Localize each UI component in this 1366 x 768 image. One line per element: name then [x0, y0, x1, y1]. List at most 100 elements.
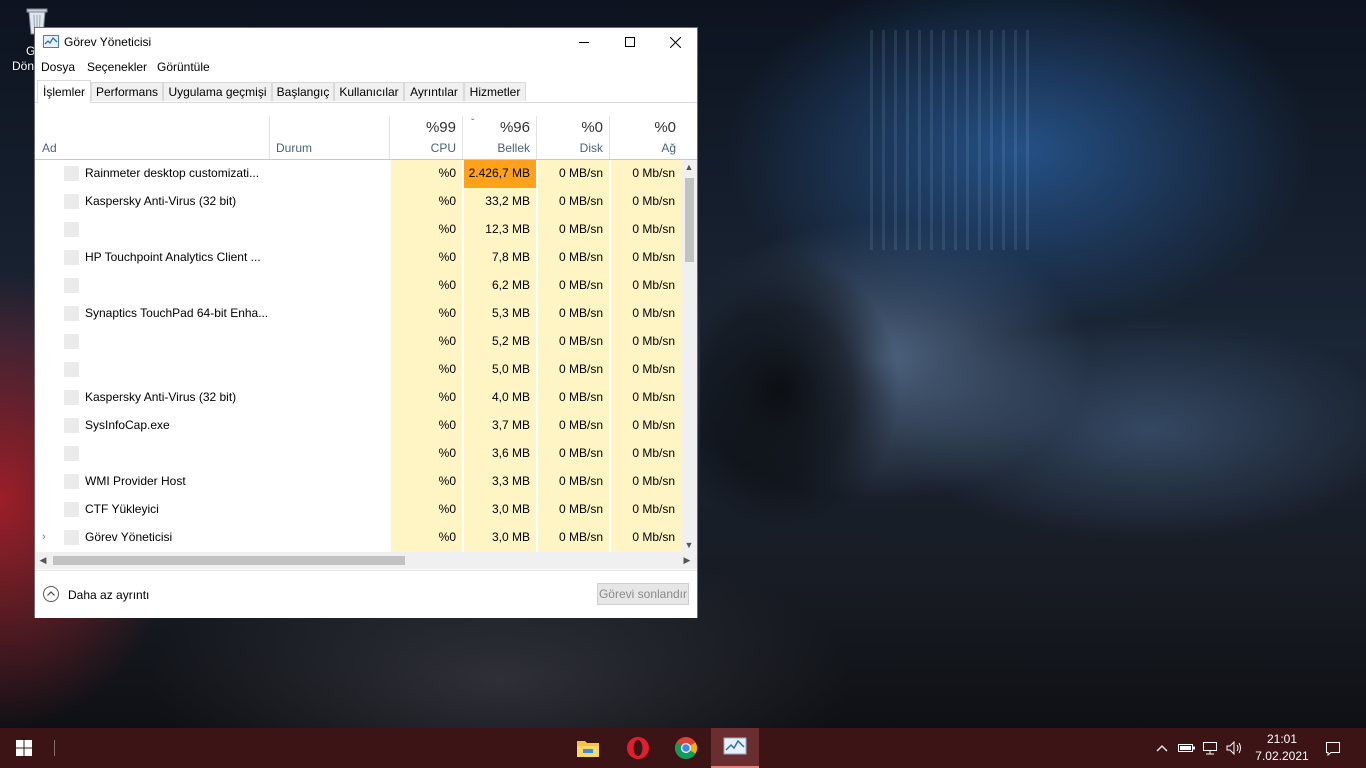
process-row[interactable]: Kaspersky Anti-Virus (32 bit) %0 4,0 MB 0 M…: [35, 384, 681, 412]
horizontal-scrollbar[interactable]: ◀ ▶: [35, 552, 697, 569]
memory-cell: 3,3 MB: [463, 468, 536, 496]
end-task-button[interactable]: Görevi sonlandır: [597, 583, 689, 605]
network-cell: 0 Mb/sn: [610, 216, 681, 244]
process-icon: [64, 474, 79, 489]
tab-startup[interactable]: Başlangıç: [272, 82, 334, 101]
maximize-button[interactable]: [607, 28, 653, 56]
close-button[interactable]: [652, 28, 698, 56]
process-name: [85, 216, 385, 244]
process-row[interactable]: %0 12,3 MB 0 MB/sn 0 Mb/sn: [35, 216, 681, 244]
disk-cell: 0 MB/sn: [537, 524, 609, 552]
column-header-status[interactable]: Durum: [270, 116, 389, 159]
process-row[interactable]: › Görev Yöneticisi %0 3,0 MB 0 MB/sn 0 Mb/sn: [35, 524, 681, 552]
tab-processes[interactable]: İşlemler: [37, 80, 91, 103]
process-row[interactable]: %0 3,6 MB 0 MB/sn 0 Mb/sn: [35, 440, 681, 468]
network-cell: 0 Mb/sn: [610, 496, 681, 524]
column-header-disk[interactable]: %0 Disk: [537, 116, 609, 159]
process-name: HP Touchpoint Analytics Client ...: [85, 250, 261, 264]
tab-users[interactable]: Kullanıcılar: [334, 82, 404, 101]
menu-file[interactable]: Dosya: [41, 60, 75, 74]
start-button[interactable]: [0, 728, 48, 768]
process-row[interactable]: Synaptics TouchPad 64-bit Enha... %0 5,3 M…: [35, 300, 681, 328]
process-name: Kaspersky Anti-Virus (32 bit): [85, 194, 237, 208]
memory-cell: 6,2 MB: [463, 272, 536, 300]
vertical-scrollbar[interactable]: ▲ ▼: [681, 160, 697, 552]
chevron-up-icon: [1156, 745, 1168, 752]
taskbar-file-explorer[interactable]: [564, 728, 612, 768]
process-row[interactable]: %0 5,0 MB 0 MB/sn 0 Mb/sn: [35, 356, 681, 384]
memory-cell: 5,2 MB: [463, 328, 536, 356]
cpu-cell: %0: [390, 356, 462, 384]
cpu-cell: %0: [390, 524, 462, 552]
process-row[interactable]: %0 5,2 MB 0 MB/sn 0 Mb/sn: [35, 328, 681, 356]
task-manager-window: Görev Yöneticisi Dosya Seçenekler Görünt…: [34, 27, 698, 618]
memory-total-percent: %96: [499, 119, 530, 136]
minimize-icon: [579, 42, 589, 43]
chevron-right-icon[interactable]: ›: [42, 524, 46, 551]
task-manager-app-icon: [43, 35, 59, 48]
process-row[interactable]: %0 6,2 MB 0 MB/sn 0 Mb/sn: [35, 272, 681, 300]
disk-cell: 0 MB/sn: [537, 468, 609, 496]
chevron-up-circle-icon: [43, 586, 59, 602]
task-manager-icon: [723, 737, 747, 755]
disk-cell: 0 MB/sn: [537, 272, 609, 300]
process-row[interactable]: Kaspersky Anti-Virus (32 bit) %0 33,2 MB 0 …: [35, 188, 681, 216]
menu-view[interactable]: Görüntüle: [157, 60, 210, 74]
memory-label: Bellek: [497, 141, 530, 155]
disk-cell: 0 MB/sn: [537, 160, 609, 188]
scroll-left-arrow-icon[interactable]: ◀: [37, 555, 49, 566]
process-row[interactable]: SysInfoCap.exe %0 3,7 MB 0 MB/sn 0 Mb/sn: [35, 412, 681, 440]
taskbar-clock[interactable]: 21:01 7.02.2021: [1252, 731, 1312, 765]
cpu-cell: %0: [390, 328, 462, 356]
process-name: Görev Yöneticisi: [85, 530, 173, 544]
cpu-cell: %0: [390, 160, 462, 188]
column-header-network[interactable]: %0 Ağ: [610, 116, 682, 159]
tab-performance[interactable]: Performans: [91, 82, 163, 101]
disk-cell: 0 MB/sn: [537, 300, 609, 328]
process-row[interactable]: Rainmeter desktop customizati... %0 2.426,…: [35, 160, 681, 188]
vertical-scroll-thumb[interactable]: [685, 178, 694, 262]
opera-icon: [627, 737, 649, 759]
taskbar-opera[interactable]: [614, 728, 662, 768]
cpu-total-percent: %99: [425, 119, 456, 136]
scroll-right-arrow-icon[interactable]: ▶: [681, 555, 693, 566]
network-total-percent: %0: [654, 119, 676, 136]
cpu-cell: %0: [390, 216, 462, 244]
network-tray[interactable]: [1200, 728, 1222, 768]
scroll-down-arrow-icon[interactable]: ▼: [681, 540, 697, 550]
taskbar-task-manager[interactable]: [711, 728, 759, 768]
disk-cell: 0 MB/sn: [537, 188, 609, 216]
tab-app-history[interactable]: Uygulama geçmişi: [163, 82, 272, 101]
network-icon: [1203, 742, 1217, 755]
horizontal-scroll-thumb[interactable]: [53, 556, 405, 565]
title-bar[interactable]: Görev Yöneticisi: [35, 28, 697, 56]
column-header-cpu[interactable]: %99 CPU: [390, 116, 462, 159]
process-row[interactable]: WMI Provider Host %0 3,3 MB 0 MB/sn 0 Mb/sn: [35, 468, 681, 496]
show-hidden-icons-button[interactable]: [1152, 728, 1172, 768]
tab-services[interactable]: Hizmetler: [464, 82, 526, 101]
disk-label: Disk: [579, 141, 603, 155]
taskbar-chrome[interactable]: [662, 728, 710, 768]
disk-cell: 0 MB/sn: [537, 356, 609, 384]
action-center-button[interactable]: [1318, 728, 1348, 768]
memory-cell: 4,0 MB: [463, 384, 536, 412]
process-icon: [64, 390, 79, 405]
process-icon: [64, 194, 79, 209]
memory-cell: 2.426,7 MB: [463, 160, 536, 188]
battery-tray[interactable]: [1176, 728, 1198, 768]
memory-cell: 3,0 MB: [463, 524, 536, 552]
minimize-button[interactable]: [561, 28, 607, 56]
network-label: Ağ: [661, 141, 676, 155]
column-header-memory[interactable]: ˇ %96 Bellek: [463, 116, 536, 159]
process-name: [85, 356, 385, 384]
process-row[interactable]: CTF Yükleyici %0 3,0 MB 0 MB/sn 0 Mb/sn: [35, 496, 681, 524]
process-row[interactable]: HP Touchpoint Analytics Client ... %0 7,8 …: [35, 244, 681, 272]
process-name: CTF Yükleyici: [85, 502, 159, 516]
scroll-up-arrow-icon[interactable]: ▲: [681, 162, 697, 172]
cpu-cell: %0: [390, 188, 462, 216]
menu-options[interactable]: Seçenekler: [87, 60, 147, 74]
volume-tray[interactable]: [1224, 728, 1246, 768]
tab-details[interactable]: Ayrıntılar: [404, 82, 464, 101]
clock-date: 7.02.2021: [1255, 749, 1309, 763]
column-header-name[interactable]: Ad: [35, 116, 269, 159]
